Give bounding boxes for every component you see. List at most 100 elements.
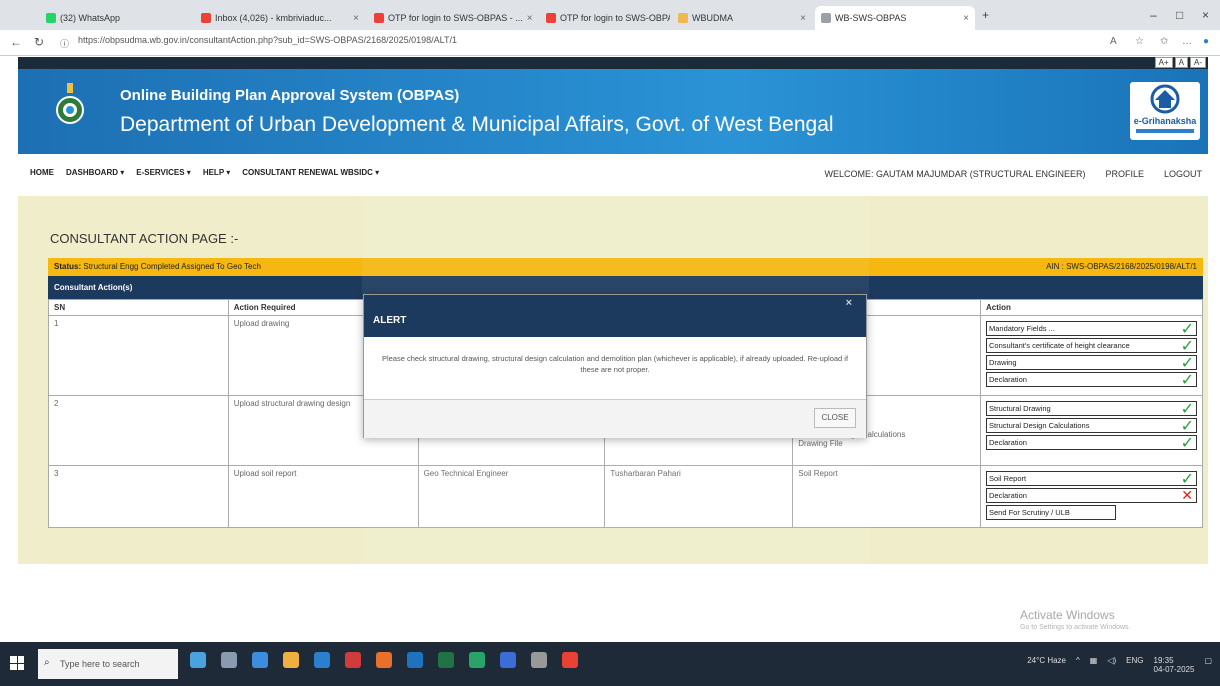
url-input[interactable]: https://obpsudma.wb.gov.in/consultantAct…	[78, 35, 457, 45]
action-label: Declaration	[989, 375, 1027, 384]
tab-otp-2[interactable]: OTP for login to SWS-OBPAS - ... ×	[540, 6, 670, 30]
minimize-icon[interactable]: –	[1150, 8, 1157, 22]
clock[interactable]: 19:35 04-07-2025	[1154, 656, 1195, 674]
checkmark-icon: ✓	[1180, 435, 1194, 450]
volume-icon[interactable]: ◁)	[1107, 656, 1116, 674]
window-close-icon[interactable]: ×	[1202, 8, 1209, 22]
gmail-icon	[201, 13, 211, 23]
modal-header: × ALERT	[364, 295, 866, 337]
checkmark-icon: ✓	[1180, 418, 1194, 433]
word-icon[interactable]	[407, 652, 423, 668]
ain-number: AIN : SWS-OBPAS/2168/2025/0198/ALT/1	[1046, 262, 1197, 271]
menu-dashboard[interactable]: DASHBOARD ▾	[66, 168, 124, 177]
tab-label: (32) WhatsApp	[60, 13, 121, 23]
main-menu: HOME DASHBOARD ▾ E-SERVICES ▾ HELP ▾ CON…	[18, 154, 1208, 194]
action-declaration[interactable]: Declaration ✕	[986, 488, 1197, 503]
collections-icon[interactable]: ✩	[1160, 36, 1168, 47]
new-tab-icon[interactable]: +	[982, 8, 989, 22]
close-button[interactable]: CLOSE	[814, 408, 856, 428]
font-decrease-button[interactable]: A-	[1190, 57, 1206, 68]
close-icon[interactable]: ×	[959, 13, 969, 24]
close-icon[interactable]: ×	[349, 13, 359, 24]
office-icon[interactable]	[345, 652, 361, 668]
action-label: Soil Report	[989, 474, 1027, 483]
site-info-icon[interactable]: ⓘ	[60, 37, 69, 50]
logout-link[interactable]: LOGOUT	[1164, 169, 1202, 179]
site-title: Online Building Plan Approval System (OB…	[120, 87, 460, 104]
gmail-icon	[546, 13, 556, 23]
menu-e-services[interactable]: E-SERVICES ▾	[136, 168, 191, 177]
file-explorer-icon[interactable]	[283, 652, 299, 668]
action-mandatory-fields[interactable]: Mandatory Fields ... ✓	[986, 321, 1197, 336]
font-reset-button[interactable]: A	[1174, 57, 1188, 68]
tray-chevron-icon[interactable]: ^	[1076, 656, 1080, 674]
maximize-icon[interactable]: □	[1176, 8, 1183, 22]
taskbar-apps	[190, 652, 578, 668]
read-aloud-icon[interactable]: A	[1110, 36, 1117, 47]
action-declaration[interactable]: Declaration ✓	[986, 435, 1197, 450]
logo-bar	[1136, 129, 1194, 133]
more-icon[interactable]: …	[1182, 36, 1192, 47]
row-actions: Mandatory Fields ... ✓ Consultant's certi…	[980, 315, 1203, 396]
action-label: Declaration	[989, 491, 1027, 500]
action-label: Drawing	[989, 358, 1017, 367]
tab-wbudma[interactable]: WBUDMA ×	[672, 6, 812, 30]
copilot-icon[interactable]: ●	[1203, 36, 1209, 47]
tab-whatsapp[interactable]: (32) WhatsApp	[40, 6, 190, 30]
taskbar-search-input[interactable]: ⌕ Type here to search	[38, 649, 178, 679]
tab-wb-sws-obpas[interactable]: WB-SWS-OBPAS ×	[815, 6, 975, 30]
notifications-icon[interactable]: ▢	[1204, 656, 1212, 674]
store-icon[interactable]	[314, 652, 330, 668]
weather-text[interactable]: 24°C Haze	[1027, 656, 1066, 674]
send-for-scrutiny-button[interactable]: Send For Scrutiny / ULB	[986, 505, 1116, 520]
profile-link[interactable]: PROFILE	[1105, 169, 1144, 179]
row-actions: Structural Drawing ✓ Structural Design Ca…	[980, 395, 1203, 466]
search-placeholder: Type here to search	[60, 659, 140, 669]
page-icon	[821, 13, 831, 23]
network-icon[interactable]: ▦	[1090, 656, 1098, 674]
action-structural-drawing[interactable]: Structural Drawing ✓	[986, 401, 1197, 416]
menu-home[interactable]: HOME	[30, 168, 54, 177]
west-bengal-emblem-icon	[56, 83, 84, 124]
windows-start-icon[interactable]	[10, 656, 24, 670]
font-increase-button[interactable]: A+	[1154, 57, 1173, 68]
action-soil-report[interactable]: Soil Report ✓	[986, 471, 1197, 486]
tab-inbox[interactable]: Inbox (4,026) - kmbriviaduc... ×	[195, 6, 365, 30]
menu-help[interactable]: HELP ▾	[203, 168, 230, 177]
checkmark-icon: ✓	[1180, 321, 1194, 336]
language-indicator[interactable]: ENG	[1126, 656, 1143, 674]
close-icon[interactable]: ×	[523, 13, 533, 24]
edge-icon[interactable]	[252, 652, 268, 668]
site-icon	[678, 13, 688, 23]
action-label: Declaration	[989, 438, 1027, 447]
firefox-icon[interactable]	[376, 652, 392, 668]
app-icon[interactable]	[500, 652, 516, 668]
action-height-clearance-certificate[interactable]: Consultant's certificate of height clear…	[986, 338, 1197, 353]
e-grihanaksha-logo: e-Grihanaksha	[1130, 82, 1200, 140]
chrome-icon[interactable]	[562, 652, 578, 668]
action-drawing[interactable]: Drawing ✓	[986, 355, 1197, 370]
back-icon[interactable]: ←	[10, 35, 22, 49]
tab-otp-1[interactable]: OTP for login to SWS-OBPAS - ... ×	[368, 6, 538, 30]
browser-tab-bar: (32) WhatsApp Inbox (4,026) - kmbriviadu…	[0, 0, 1220, 30]
checkmark-icon: ✓	[1180, 401, 1194, 416]
modal-title: ALERT	[373, 315, 407, 326]
app-icon[interactable]	[531, 652, 547, 668]
task-view-icon[interactable]	[221, 652, 237, 668]
action-label: Structural Design Calculations	[989, 421, 1090, 430]
close-icon[interactable]: ×	[796, 13, 806, 24]
menu-consultant-renewal[interactable]: CONSULTANT RENEWAL WBSIDC ▾	[242, 168, 379, 177]
menu-right: WELCOME: GAUTAM MAJUMDAR (STRUCTURAL ENG…	[824, 169, 1202, 179]
refresh-icon[interactable]: ↻	[34, 35, 44, 49]
favorite-star-icon[interactable]: ☆	[1135, 36, 1144, 47]
action-structural-design-calculations[interactable]: Structural Design Calculations ✓	[986, 418, 1197, 433]
row-sn: 2	[48, 395, 229, 466]
font-size-controls: A+ A A-	[1154, 57, 1206, 68]
checkmark-icon: ✓	[1180, 372, 1194, 387]
table-caption: Consultant Action(s)	[54, 283, 133, 292]
action-declaration[interactable]: Declaration ✓	[986, 372, 1197, 387]
news-widget-icon[interactable]	[190, 652, 206, 668]
excel-icon[interactable]	[438, 652, 454, 668]
modal-close-icon[interactable]: ×	[846, 297, 852, 309]
app-icon[interactable]	[469, 652, 485, 668]
